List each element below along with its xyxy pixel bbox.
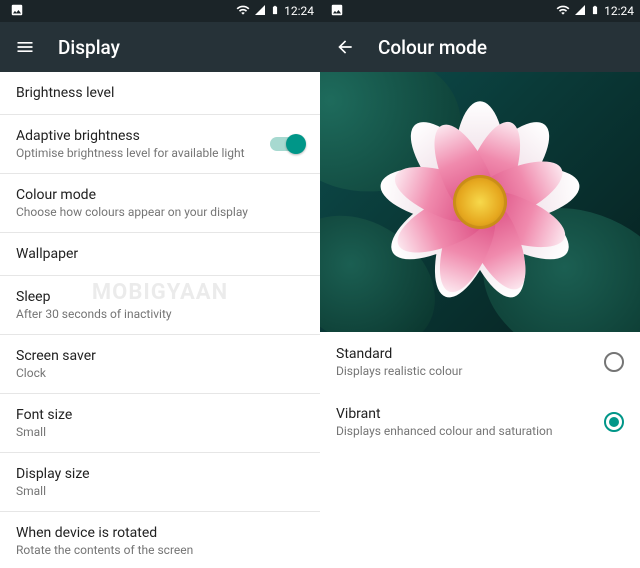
item-brightness-level[interactable]: Brightness level — [0, 72, 320, 115]
item-label: Screen saver — [16, 348, 96, 364]
item-sub: Small — [16, 484, 90, 498]
item-sub: Rotate the contents of the screen — [16, 543, 193, 557]
battery-icon — [270, 3, 280, 20]
option-label: Standard — [336, 346, 462, 362]
option-vibrant[interactable]: Vibrant Displays enhanced colour and sat… — [320, 392, 640, 452]
item-font-size[interactable]: Font size Small — [0, 394, 320, 453]
phone-right: 12:24 Colour mode — [320, 0, 640, 568]
item-label: Display size — [16, 466, 90, 482]
page-title: Colour mode — [378, 36, 487, 59]
settings-list: Brightness level Adaptive brightness Opt… — [0, 72, 320, 568]
hamburger-icon[interactable] — [14, 36, 36, 58]
status-bar: 12:24 — [320, 0, 640, 22]
status-bar: 12:24 — [0, 0, 320, 22]
item-label: Wallpaper — [16, 246, 78, 262]
item-adaptive-brightness[interactable]: Adaptive brightness Optimise brightness … — [0, 115, 320, 174]
item-label: Sleep — [16, 289, 172, 305]
item-display-size[interactable]: Display size Small — [0, 453, 320, 512]
item-label: Font size — [16, 407, 72, 423]
item-wallpaper[interactable]: Wallpaper — [0, 233, 320, 276]
status-time: 12:24 — [604, 4, 634, 18]
signal-icon — [574, 4, 586, 19]
item-sub: Clock — [16, 366, 96, 380]
item-sub: Choose how colours appear on your displa… — [16, 205, 248, 219]
option-sub: Displays realistic colour — [336, 364, 462, 378]
item-screen-saver[interactable]: Screen saver Clock — [0, 335, 320, 394]
option-label: Vibrant — [336, 406, 552, 422]
battery-icon — [590, 3, 600, 20]
app-bar: Display — [0, 22, 320, 72]
item-label: Brightness level — [16, 85, 114, 101]
signal-icon — [254, 4, 266, 19]
wifi-icon — [236, 3, 250, 20]
wifi-icon — [556, 3, 570, 20]
status-time: 12:24 — [284, 4, 314, 18]
item-when-rotated[interactable]: When device is rotated Rotate the conten… — [0, 512, 320, 568]
page-title: Display — [58, 36, 120, 59]
radio-standard[interactable] — [604, 352, 624, 372]
item-sleep[interactable]: Sleep After 30 seconds of inactivity — [0, 276, 320, 335]
picture-icon — [10, 3, 24, 20]
colour-mode-options: Standard Displays realistic colour Vibra… — [320, 332, 640, 452]
option-standard[interactable]: Standard Displays realistic colour — [320, 332, 640, 392]
item-label: Adaptive brightness — [16, 128, 245, 144]
colour-preview-image — [320, 72, 640, 332]
adaptive-brightness-toggle[interactable] — [270, 137, 304, 151]
item-sub: Small — [16, 425, 72, 439]
phone-left: 12:24 Display Brightness level Adaptive … — [0, 0, 320, 568]
back-icon[interactable] — [334, 36, 356, 58]
item-sub: Optimise brightness level for available … — [16, 146, 245, 160]
item-sub: After 30 seconds of inactivity — [16, 307, 172, 321]
item-label: Colour mode — [16, 187, 248, 203]
app-bar: Colour mode — [320, 22, 640, 72]
radio-vibrant[interactable] — [604, 412, 624, 432]
option-sub: Displays enhanced colour and saturation — [336, 424, 552, 438]
item-label: When device is rotated — [16, 525, 193, 541]
picture-icon — [330, 3, 344, 20]
item-colour-mode[interactable]: Colour mode Choose how colours appear on… — [0, 174, 320, 233]
